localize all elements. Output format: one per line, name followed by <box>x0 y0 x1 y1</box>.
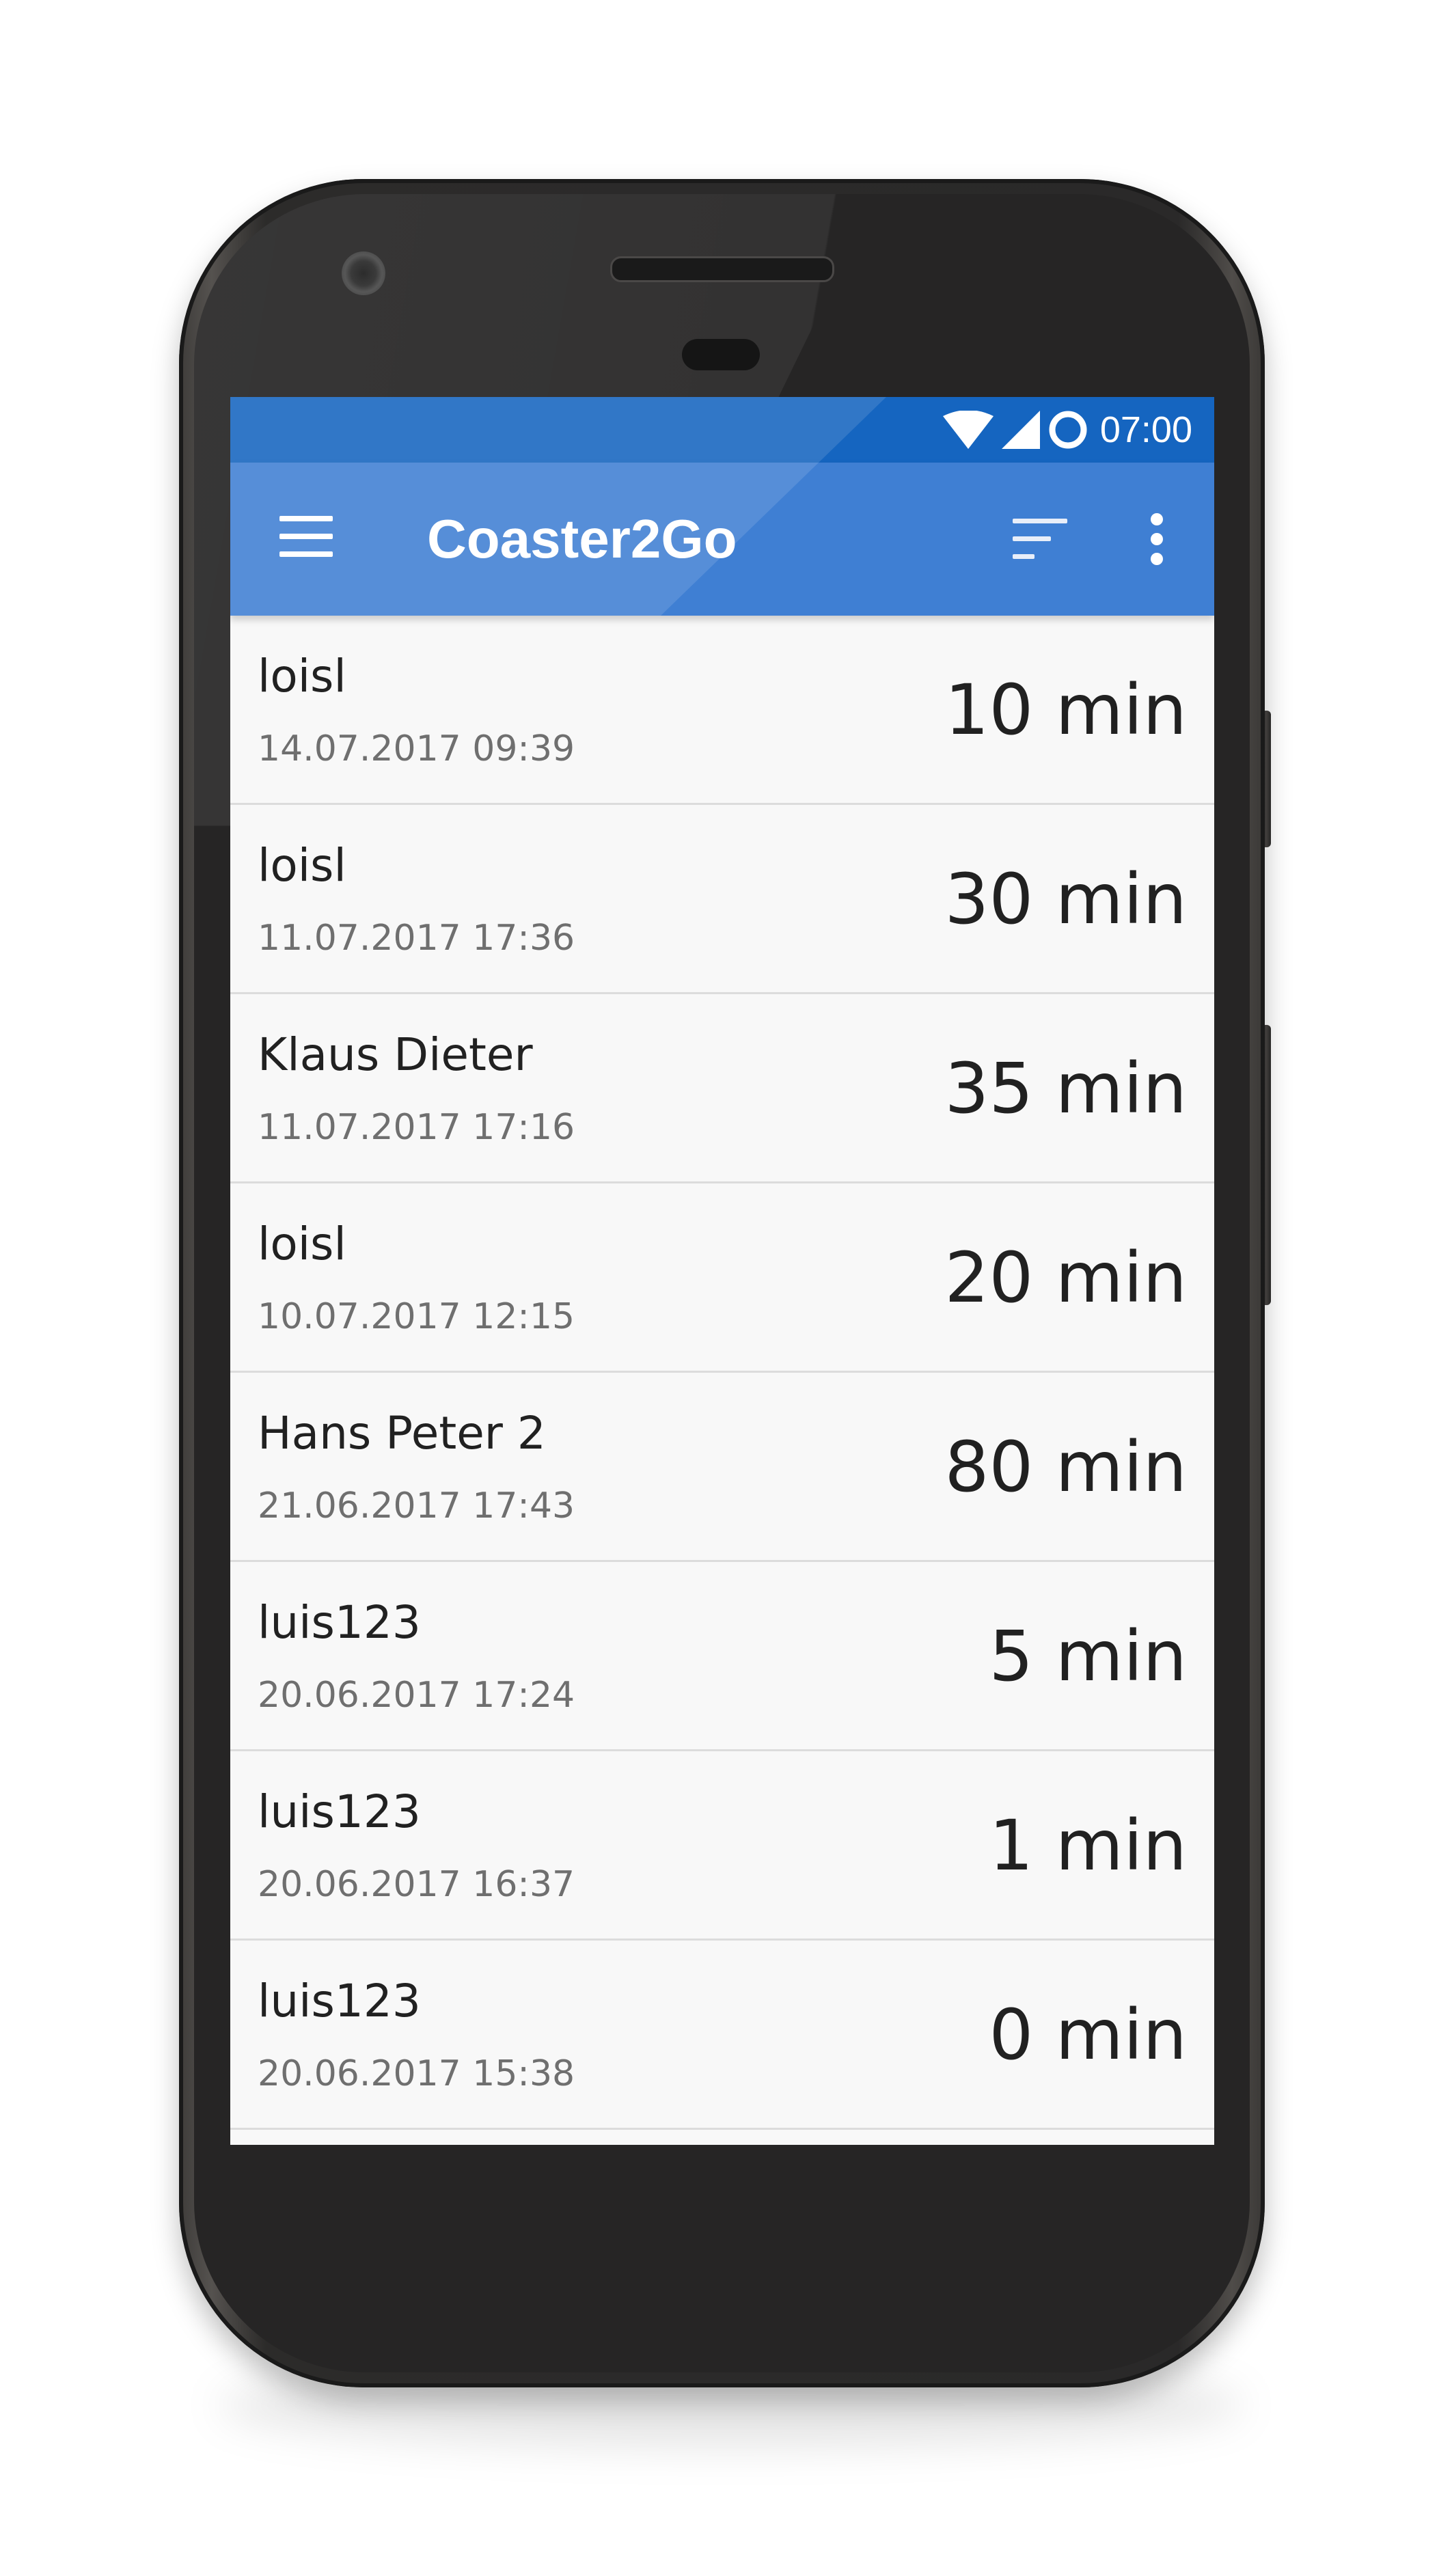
overflow-menu-icon[interactable] <box>1149 513 1164 565</box>
entries-list: loisl 14.07.2017 09:39 10 min loisl 11.0… <box>230 616 1214 2145</box>
menu-icon[interactable] <box>279 516 333 557</box>
entry-name: loisl <box>258 839 346 892</box>
entry-date: 14.07.2017 09:39 <box>258 728 575 769</box>
list-item[interactable]: loisl 11.07.2017 17:36 30 min <box>230 805 1214 994</box>
list-item[interactable]: luis123 20.06.2017 16:37 1 min <box>230 1751 1214 1941</box>
entry-date: 21.06.2017 17:43 <box>258 1485 575 1526</box>
entry-duration: 35 min <box>944 1048 1187 1129</box>
cell-signal-icon <box>1001 411 1040 449</box>
status-icons: 07:00 <box>942 397 1192 463</box>
status-bar: 07:00 <box>230 397 1214 463</box>
ring-status-icon <box>1049 411 1087 449</box>
list-item[interactable]: loisl 10.07.2017 12:15 20 min <box>230 1183 1214 1373</box>
entry-date: 20.06.2017 15:38 <box>258 2053 575 2094</box>
list-item[interactable]: luis123 20.06.2017 15:38 0 min <box>230 1941 1214 2130</box>
entry-date: 11.07.2017 17:16 <box>258 1107 575 1148</box>
list-item[interactable]: Hans Peter 2 21.06.2017 17:43 80 min <box>230 1373 1214 1562</box>
list-item[interactable]: luis123 20.06.2017 17:24 5 min <box>230 1562 1214 1751</box>
entry-duration: 10 min <box>944 670 1187 751</box>
list-item[interactable]: loisl 14.07.2017 09:39 10 min <box>230 616 1214 805</box>
app-toolbar: Coaster2Go <box>230 463 1214 616</box>
entry-name: luis123 <box>258 1975 421 2027</box>
entry-date: 20.06.2017 16:37 <box>258 1864 575 1905</box>
status-time: 07:00 <box>1099 409 1192 450</box>
entry-duration: 1 min <box>989 1805 1187 1887</box>
list-item[interactable]: Klaus Dieter 11.07.2017 17:16 35 min <box>230 994 1214 1183</box>
entry-name: Klaus Dieter <box>258 1028 533 1081</box>
phone-screen: 07:00 Coaster2Go loisl 14.07.2017 09:39 … <box>230 397 1214 2145</box>
entry-duration: 20 min <box>944 1237 1187 1319</box>
proximity-sensor <box>682 339 760 370</box>
entry-name: Hans Peter 2 <box>258 1407 546 1460</box>
sort-icon[interactable] <box>1013 519 1067 560</box>
entry-date: 11.07.2017 17:36 <box>258 918 575 959</box>
entry-name: loisl <box>258 650 346 702</box>
entry-date: 20.06.2017 17:24 <box>258 1675 575 1716</box>
entry-duration: 30 min <box>944 859 1187 940</box>
wifi-icon <box>942 411 994 449</box>
app-title: Coaster2Go <box>427 508 737 569</box>
entry-name: loisl <box>258 1218 346 1270</box>
entry-duration: 5 min <box>989 1616 1187 1697</box>
entry-duration: 80 min <box>944 1427 1187 1508</box>
entry-name: luis123 <box>258 1785 421 1838</box>
list-item-partial[interactable] <box>230 2130 1214 2145</box>
earpiece-speaker <box>610 256 834 282</box>
entry-duration: 0 min <box>989 1995 1187 2076</box>
front-camera-icon <box>342 251 385 295</box>
entry-name: luis123 <box>258 1596 421 1649</box>
entry-date: 10.07.2017 12:15 <box>258 1296 575 1337</box>
